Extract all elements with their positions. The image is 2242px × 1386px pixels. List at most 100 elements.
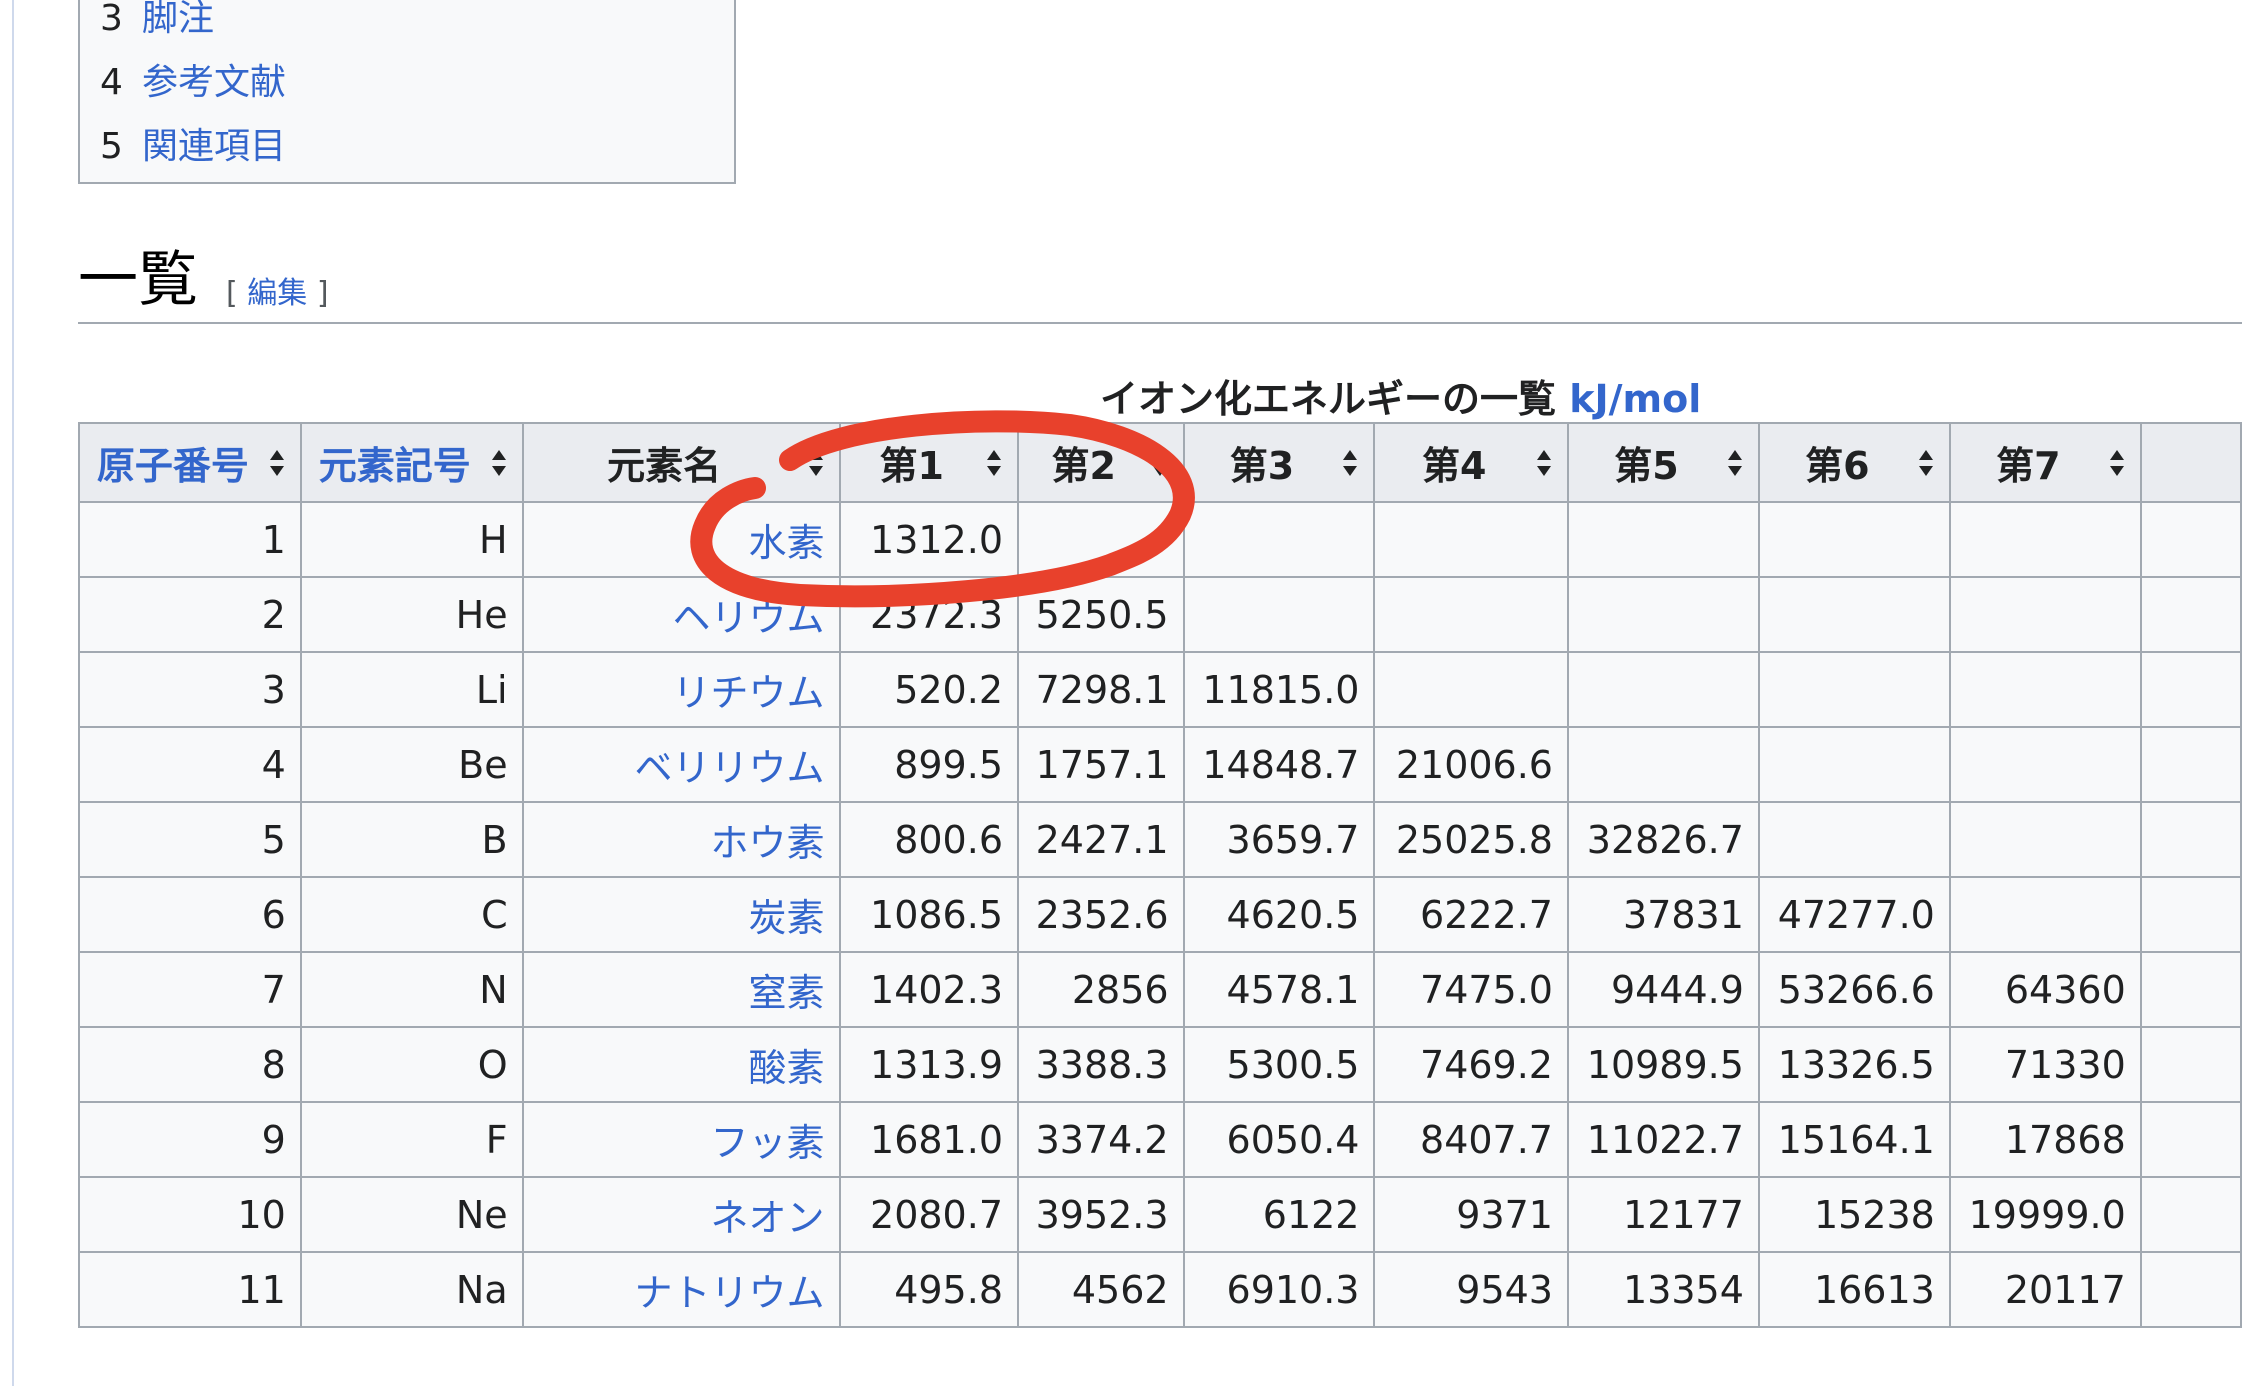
column-header-4th[interactable]: 第4 — [1373, 422, 1569, 503]
column-header-atomic-number[interactable]: 原子番号 — [78, 422, 302, 503]
overflow-cell — [2139, 1251, 2242, 1328]
table-row: 5 B ホウ素 800.6 2427.1 3659.7 25025.8 32826.7 — [78, 801, 2242, 878]
sort-icon[interactable] — [1917, 449, 1935, 476]
element-name-link[interactable]: 水素 — [521, 501, 841, 578]
page-left-border — [12, 0, 14, 1386]
ionization-energy-cell: 3374.2 — [1017, 1101, 1185, 1178]
ionization-energy-cell: 13326.5 — [1757, 1026, 1951, 1103]
atomic-number-cell: 9 — [78, 1101, 302, 1178]
sort-icon[interactable] — [268, 449, 286, 476]
ionization-energy-cell — [1948, 576, 2142, 653]
ionization-energy-cell: 8407.7 — [1373, 1101, 1569, 1178]
edit-section-link[interactable]: 編集 — [247, 276, 307, 311]
ionization-energy-cell: 495.8 — [838, 1251, 1020, 1328]
element-name-link[interactable]: 炭素 — [521, 876, 841, 953]
column-header-5th[interactable]: 第5 — [1566, 422, 1760, 503]
ionization-energy-cell — [1948, 801, 2142, 878]
atomic-number-cell: 6 — [78, 876, 302, 953]
sort-icon[interactable] — [807, 449, 825, 476]
toc-item-related[interactable]: 5 関連項目 — [100, 124, 286, 170]
overflow-cell — [2139, 801, 2242, 878]
table-row: 7 N 窒素 1402.3 2856 4578.1 7475.0 9444.9 53266.6 6… — [78, 951, 2242, 1028]
ionization-energy-cell: 2080.7 — [838, 1176, 1020, 1253]
element-name-link[interactable]: ベリリウム — [521, 726, 841, 803]
symbol-cell: Ne — [299, 1176, 524, 1253]
ionization-energy-cell: 899.5 — [838, 726, 1020, 803]
atomic-number-cell: 10 — [78, 1176, 302, 1253]
column-header-3rd[interactable]: 第3 — [1182, 422, 1376, 503]
column-header-7th[interactable]: 第7 — [1948, 422, 2142, 503]
overflow-cell — [2139, 876, 2242, 953]
element-name-link[interactable]: ネオン — [521, 1176, 841, 1253]
ionization-energy-cell — [1757, 501, 1951, 578]
sort-icon[interactable] — [985, 449, 1003, 476]
element-name-link[interactable]: フッ素 — [521, 1101, 841, 1178]
element-name-link[interactable]: ヘリウム — [521, 576, 841, 653]
toc-link[interactable]: 脚注 — [142, 0, 214, 39]
ionization-energy-cell: 25025.8 — [1373, 801, 1569, 878]
sort-icon[interactable] — [1341, 449, 1359, 476]
ionization-energy-cell: 13354 — [1566, 1251, 1760, 1328]
ionization-energy-cell — [1948, 726, 2142, 803]
toc-link[interactable]: 参考文献 — [142, 62, 286, 103]
ionization-energy-cell: 6910.3 — [1182, 1251, 1376, 1328]
table-row: 4 Be ベリリウム 899.5 1757.1 14848.7 21006.6 — [78, 726, 2242, 803]
element-name-link[interactable]: ホウ素 — [521, 801, 841, 878]
ionization-energy-cell: 32826.7 — [1566, 801, 1760, 878]
ionization-energy-cell: 2856 — [1017, 951, 1185, 1028]
header-label: 第5 — [1614, 444, 1679, 488]
ionization-energy-cell: 71330 — [1948, 1026, 2142, 1103]
ionization-energy-cell: 2372.3 — [838, 576, 1020, 653]
ionization-energy-cell — [1757, 651, 1951, 728]
ionization-energy-cell — [1373, 501, 1569, 578]
ionization-energy-cell: 1312.0 — [838, 501, 1020, 578]
symbol-cell: Na — [299, 1251, 524, 1328]
ionization-energy-cell: 6222.7 — [1373, 876, 1569, 953]
caption-unit-link[interactable]: kJ/mol — [1569, 377, 1701, 421]
column-header-2nd[interactable]: 第2 — [1017, 422, 1185, 503]
element-name-link[interactable]: リチウム — [521, 651, 841, 728]
ionization-energy-cell: 20117 — [1948, 1251, 2142, 1328]
column-header-1st[interactable]: 第1 — [838, 422, 1020, 503]
table-of-contents: 3 脚注 4 参考文献 5 関連項目 — [78, 0, 736, 184]
header-label: 第6 — [1805, 444, 1870, 488]
ionization-energy-cell: 4620.5 — [1182, 876, 1376, 953]
element-name-link[interactable]: 窒素 — [521, 951, 841, 1028]
overflow-cell — [2139, 951, 2242, 1028]
ionization-energy-cell — [1948, 501, 2142, 578]
sort-icon[interactable] — [1726, 449, 1744, 476]
ionization-energy-cell: 5300.5 — [1182, 1026, 1376, 1103]
table-row: 3 Li リチウム 520.2 7298.1 11815.0 — [78, 651, 2242, 728]
column-header-element-name[interactable]: 元素名 — [521, 422, 841, 503]
ionization-energy-cell: 3952.3 — [1017, 1176, 1185, 1253]
sort-icon[interactable] — [2108, 449, 2126, 476]
ionization-energy-cell: 64360 — [1948, 951, 2142, 1028]
sort-icon[interactable] — [490, 449, 508, 476]
element-name-link[interactable]: 酸素 — [521, 1026, 841, 1103]
atomic-number-cell: 3 — [78, 651, 302, 728]
header-label: 第1 — [879, 444, 944, 488]
toc-number: 4 — [100, 62, 123, 103]
table-row: 11 Na ナトリウム 495.8 4562 6910.3 9543 13354 16613 20… — [78, 1251, 2242, 1328]
column-header-symbol[interactable]: 元素記号 — [299, 422, 524, 503]
overflow-cell — [2139, 1101, 2242, 1178]
sort-icon[interactable] — [1151, 449, 1169, 476]
ionization-energy-cell — [1566, 501, 1760, 578]
atomic-number-cell: 2 — [78, 576, 302, 653]
toc-link[interactable]: 関連項目 — [142, 126, 286, 167]
ionization-energy-cell: 47277.0 — [1757, 876, 1951, 953]
column-header-6th[interactable]: 第6 — [1757, 422, 1951, 503]
table-header-row: 原子番号 元素記号 元素名 第1 第2 第3 第4 第5 第6 第7 — [78, 422, 2242, 503]
ionization-energy-cell: 53266.6 — [1757, 951, 1951, 1028]
ionization-energy-cell: 17868 — [1948, 1101, 2142, 1178]
ionization-energy-cell — [1373, 651, 1569, 728]
table-caption: イオン化エネルギーの一覧 kJ/mol — [1100, 368, 1701, 423]
element-name-link[interactable]: ナトリウム — [521, 1251, 841, 1328]
sort-icon[interactable] — [1535, 449, 1553, 476]
ionization-energy-cell: 7298.1 — [1017, 651, 1185, 728]
ionization-energy-cell: 6122 — [1182, 1176, 1376, 1253]
overflow-cell — [2139, 501, 2242, 578]
ionization-energy-cell: 12177 — [1566, 1176, 1760, 1253]
toc-item-references[interactable]: 4 参考文献 — [100, 60, 286, 106]
toc-item-footnotes[interactable]: 3 脚注 — [100, 0, 214, 42]
